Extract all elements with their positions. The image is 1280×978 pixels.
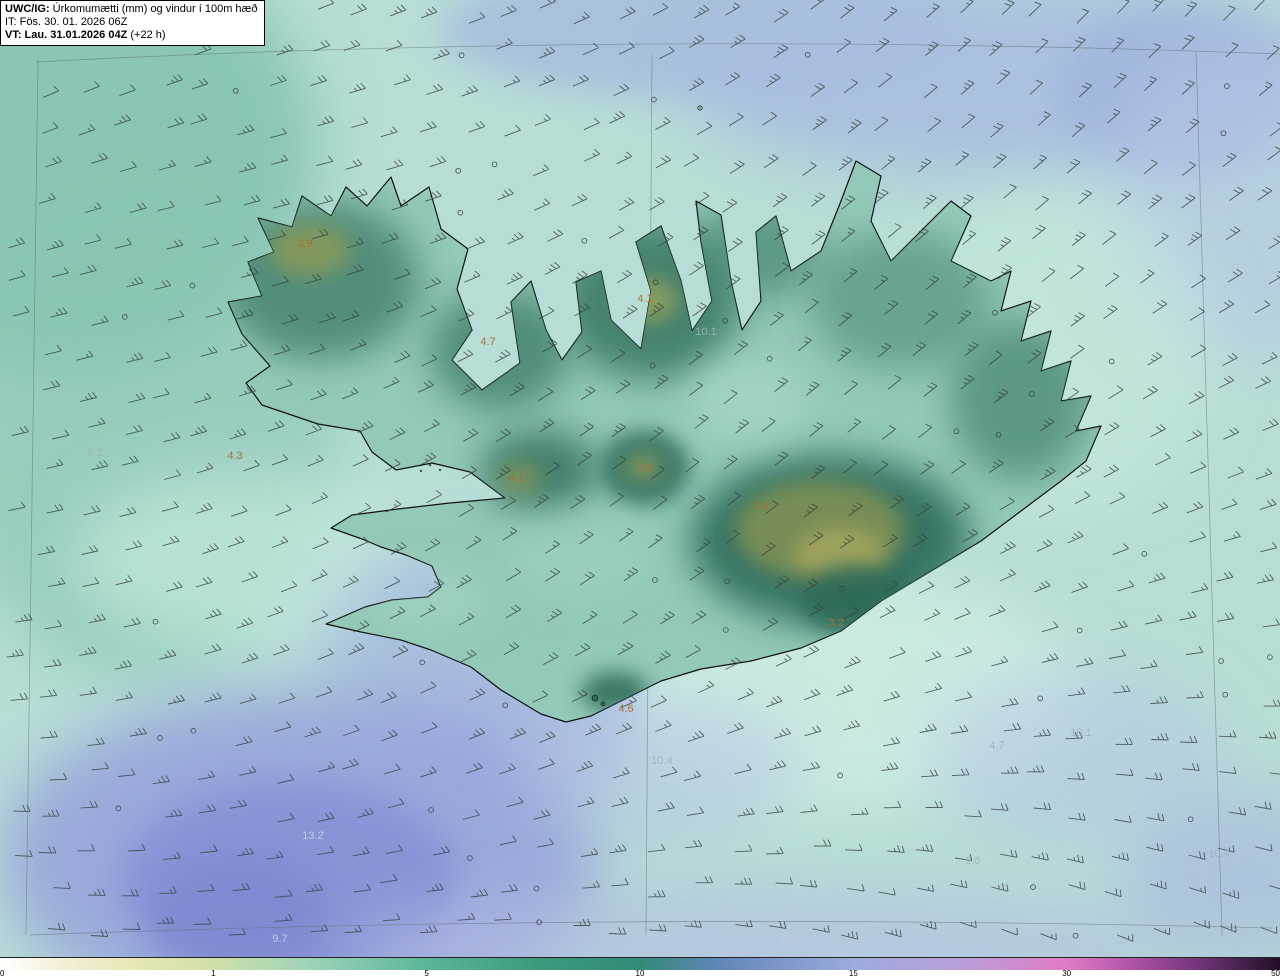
valid-time: VT: Lau. 31.01.2026 04Z [5, 29, 128, 41]
precip-value-label: 3.2 [828, 617, 843, 629]
colorbar-tick: 10 [635, 969, 645, 978]
weather-map-stage: 3.9 4.1 4.7 10.1 9.1 8.2 4.3 4.1 3.8 3.4 3.2 4.6 10.… [0, 0, 1280, 978]
colorbar-tick: 15 [848, 969, 858, 978]
precip-value-label: 10.4 [1208, 848, 1229, 860]
precip-value-label: 4.7 [989, 740, 1004, 752]
precip-value-label: 3.9 [297, 238, 312, 250]
map-title: Úrkomumætti (mm) og vindur í 100m hæð [52, 3, 258, 15]
precip-value-label: 4.3 [227, 450, 242, 462]
precip-value-label: 3.4 [754, 500, 769, 512]
model-label: UWC/IG: [5, 3, 50, 15]
precip-value-label: 10.1 [1070, 727, 1091, 739]
precip-value-label: 9.7 [272, 933, 287, 945]
map-title-box: UWC/IG: Úrkomumætti (mm) og vindur í 100… [0, 0, 266, 46]
colorbar-tick: 50 [1271, 969, 1280, 978]
precip-value-label: 9.6 [965, 855, 980, 867]
precip-value-label: 13.2 [302, 830, 323, 842]
map-title-line: UWC/IG: Úrkomumætti (mm) og vindur í 100… [5, 3, 257, 16]
precip-value-label: 4.1 [637, 293, 652, 305]
init-time: IT: Fös. 30. 01. 2026 06Z [5, 16, 128, 28]
precip-value-label: 10.1 [695, 326, 716, 338]
precip-value-label: 4.7 [480, 336, 495, 348]
init-time-line: IT: Fös. 30. 01. 2026 06Z [5, 16, 257, 29]
lead-time: (+22 h) [130, 29, 166, 41]
colorbar-tick: 0 [0, 969, 5, 978]
precip-value-label: 4.6 [618, 703, 633, 715]
colorbar-tick: 30 [1062, 969, 1072, 978]
valid-time-line: VT: Lau. 31.01.2026 04Z (+22 h) [5, 29, 257, 42]
colorbar-tick: 1 [211, 969, 216, 978]
colorbar-tick: 5 [424, 969, 429, 978]
precip-value-label: 10.7 [779, 932, 800, 944]
precip-value-label: 10.4 [651, 755, 672, 767]
precipitation-wind-map: 3.9 4.1 4.7 10.1 9.1 8.2 4.3 4.1 3.8 3.4 3.2 4.6 10.… [0, 0, 1280, 958]
colorbar-tick-labels: 0 1 5 10 15 30 50 [0, 970, 1280, 978]
precip-value-label: 3.8 [637, 462, 652, 474]
precip-value-label: 8.2 [87, 447, 102, 459]
precip-value-label: 9.1 [787, 333, 802, 345]
precip-value-label: 4.1 [508, 472, 523, 484]
